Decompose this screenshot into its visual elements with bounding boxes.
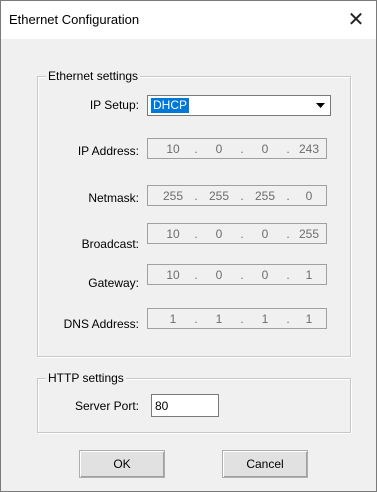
octet-separator: .: [240, 227, 244, 241]
close-button[interactable]: ✕: [336, 1, 376, 39]
octet-separator: .: [240, 142, 244, 156]
octet-separator: .: [286, 189, 290, 203]
netmask-octet-4: 0: [305, 189, 313, 203]
gateway-octet-2: 0: [215, 268, 223, 282]
dns-octet-2: 1: [215, 312, 223, 326]
gateway-label: Gateway:: [88, 276, 139, 290]
ok-button[interactable]: OK: [79, 450, 165, 478]
broadcast-octet-2: 0: [215, 227, 223, 241]
cancel-button[interactable]: Cancel: [222, 450, 308, 478]
octet-separator: .: [194, 227, 198, 241]
octet-separator: .: [286, 268, 290, 282]
ip-address-octet-4: 243: [298, 142, 320, 156]
dns-address-label: DNS Address:: [63, 317, 139, 331]
ip-setup-select[interactable]: DHCP: [147, 95, 331, 116]
ethernet-configuration-dialog: Ethernet Configuration ✕ Ethernet settin…: [0, 0, 377, 492]
octet-separator: .: [194, 142, 198, 156]
netmask-octet-2: 255: [208, 189, 230, 203]
dns-octet-3: 1: [261, 312, 269, 326]
ip-address-label: IP Address:: [77, 144, 139, 158]
ip-address-field[interactable]: 10 . 0 . 0 . 243: [147, 138, 327, 159]
broadcast-label: Broadcast:: [81, 237, 139, 251]
octet-separator: .: [194, 312, 198, 326]
broadcast-octet-1: 10: [166, 227, 180, 241]
gateway-field[interactable]: 10 . 0 . 0 . 1: [147, 264, 327, 285]
octet-separator: .: [286, 227, 290, 241]
server-port-input[interactable]: [151, 394, 219, 417]
server-port-label: Server Port:: [74, 399, 139, 413]
dns-octet-1: 1: [169, 312, 177, 326]
ip-setup-label: IP Setup:: [89, 98, 139, 112]
octet-separator: .: [240, 268, 244, 282]
gateway-octet-3: 0: [261, 268, 269, 282]
gateway-octet-4: 1: [305, 268, 313, 282]
ip-address-octet-3: 0: [261, 142, 269, 156]
window-title: Ethernet Configuration: [9, 12, 140, 27]
gateway-octet-1: 10: [166, 268, 180, 282]
octet-separator: .: [240, 189, 244, 203]
ip-setup-value: DHCP: [151, 98, 190, 113]
netmask-label: Netmask:: [88, 191, 139, 205]
close-icon: ✕: [347, 9, 365, 31]
octet-separator: .: [194, 268, 198, 282]
netmask-field[interactable]: 255 . 255 . 255 . 0: [147, 185, 327, 206]
octet-separator: .: [286, 142, 290, 156]
netmask-octet-3: 255: [254, 189, 276, 203]
broadcast-octet-4: 255: [298, 227, 320, 241]
octet-separator: .: [240, 312, 244, 326]
ethernet-settings-legend: Ethernet settings: [46, 69, 141, 83]
broadcast-octet-3: 0: [261, 227, 269, 241]
ip-address-octet-2: 0: [215, 142, 223, 156]
dns-octet-4: 1: [305, 312, 313, 326]
octet-separator: .: [286, 312, 290, 326]
chevron-down-icon[interactable]: [313, 98, 328, 113]
http-settings-legend: HTTP settings: [46, 371, 126, 385]
dns-address-field[interactable]: 1 . 1 . 1 . 1: [147, 308, 327, 329]
title-bar: Ethernet Configuration ✕: [1, 1, 376, 39]
broadcast-field[interactable]: 10 . 0 . 0 . 255: [147, 223, 327, 244]
netmask-octet-1: 255: [162, 189, 184, 203]
ip-address-octet-1: 10: [166, 142, 180, 156]
octet-separator: .: [194, 189, 198, 203]
